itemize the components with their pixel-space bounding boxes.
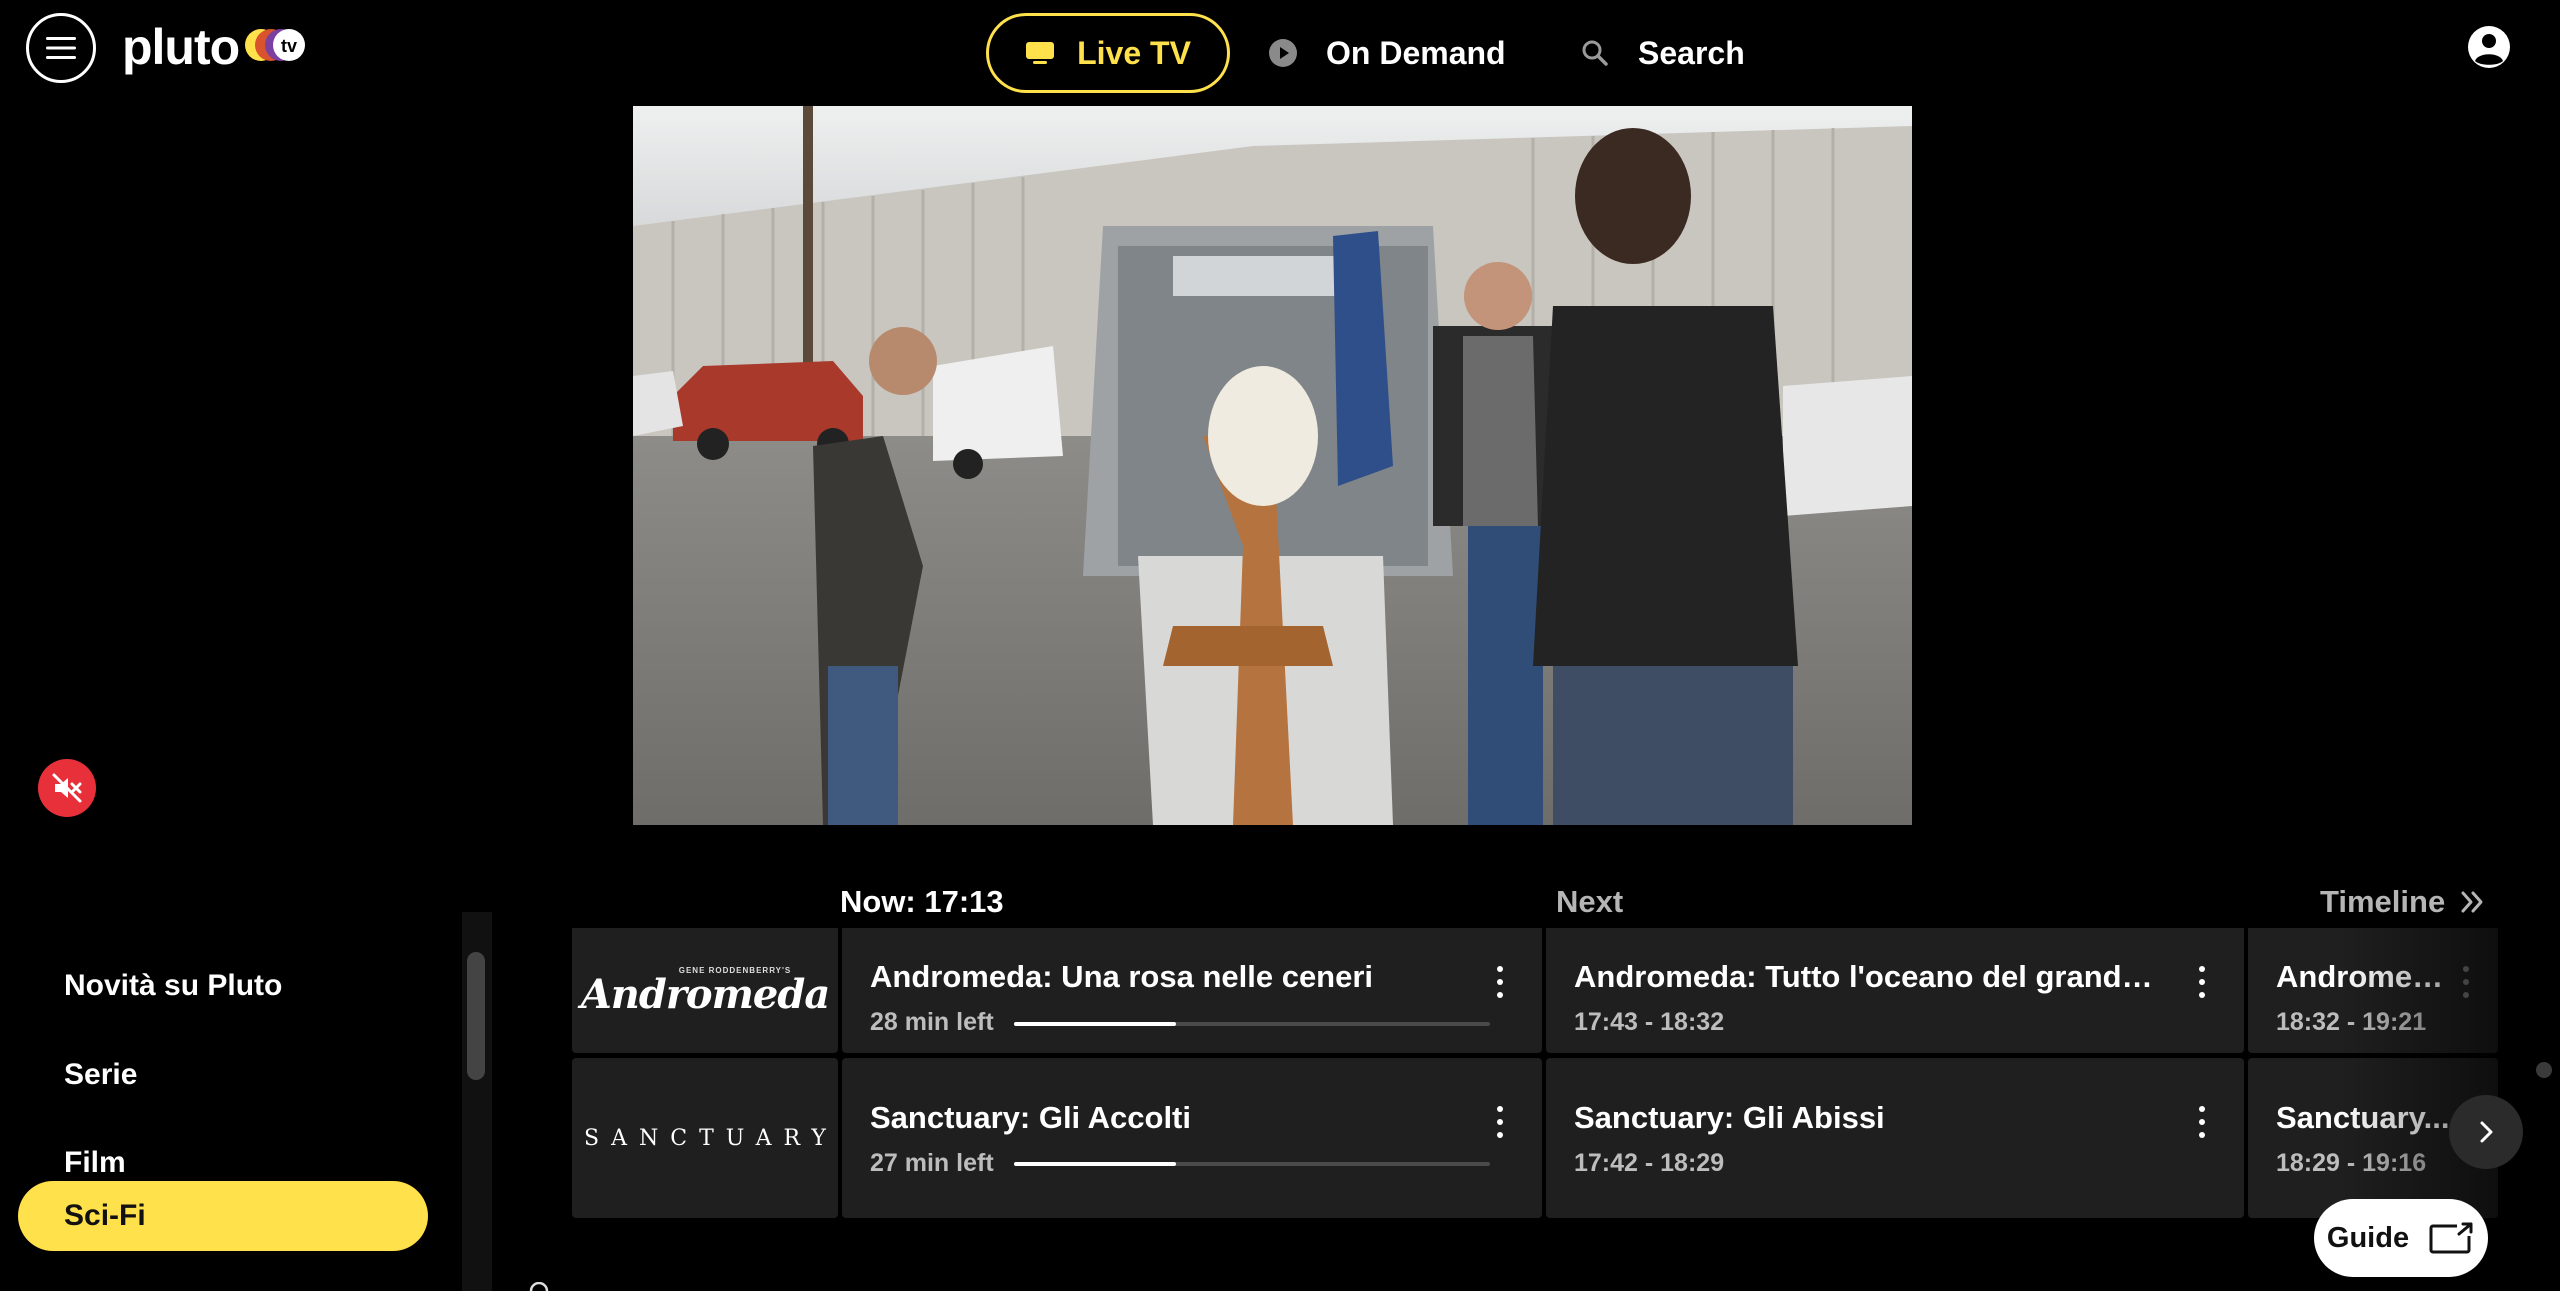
category-serie[interactable]: Serie bbox=[18, 1040, 428, 1110]
category-sci-fi[interactable]: Sci-Fi bbox=[18, 1181, 428, 1251]
program-title: Sanctuary: Gli Abissi bbox=[1574, 1100, 1885, 1135]
progress-bar bbox=[1014, 1022, 1490, 1026]
program-now[interactable]: Andromeda: Una rosa nelle ceneri 28 min … bbox=[842, 928, 1542, 1053]
program-title: Andromeda: Una rosa nelle ceneri bbox=[870, 959, 1374, 994]
program-time: 17:42 - 18:29 bbox=[1574, 1149, 1725, 1177]
top-navigation-bar: pluto tv Live TV On Demand Search bbox=[0, 0, 2560, 104]
program-later[interactable]: Andromed... 18:32 - 19:21 bbox=[2248, 928, 2498, 1053]
next-column-label: Next bbox=[1556, 884, 1624, 919]
program-now[interactable]: Sanctuary: Gli Accolti 27 min left bbox=[842, 1058, 1542, 1218]
chevron-right-icon bbox=[2480, 1121, 2493, 1143]
mute-icon bbox=[52, 773, 82, 803]
category-label: Novità su Pluto bbox=[64, 969, 283, 1002]
program-title: Andromed... bbox=[2276, 959, 2456, 994]
mute-toggle-button[interactable] bbox=[38, 759, 96, 817]
time-left: 27 min left bbox=[870, 1149, 994, 1177]
program-time: 17:43 - 18:32 bbox=[1574, 1008, 1725, 1036]
search-icon bbox=[529, 1282, 549, 1291]
channel-logo-tile[interactable]: GENE RODDENBERRY'S Andromeda bbox=[572, 928, 838, 1053]
program-title: Andromeda: Tutto l'oceano del grande... bbox=[1574, 959, 2164, 994]
logo-wordmark: pluto bbox=[122, 19, 240, 75]
play-circle-icon bbox=[1269, 39, 1297, 67]
live-tv-label: Live TV bbox=[1077, 34, 1191, 71]
category-list: Novità su Pluto Serie Film Sci-Fi bbox=[0, 912, 460, 1291]
kebab-icon[interactable] bbox=[2192, 962, 2212, 1002]
guide-button-label: Guide bbox=[2326, 1221, 2410, 1254]
category-label: Film bbox=[64, 1146, 126, 1179]
menu-button[interactable] bbox=[26, 13, 96, 83]
live-tv-tab[interactable]: Live TV bbox=[986, 13, 1230, 93]
timeline-link[interactable]: Timeline bbox=[2320, 884, 2487, 920]
on-demand-label: On Demand bbox=[1326, 34, 1506, 71]
channel-guide: GENE RODDENBERRY'S Andromeda Andromeda: … bbox=[570, 928, 2500, 1228]
category-label: Sci-Fi bbox=[64, 1199, 146, 1232]
timeline-label: Timeline bbox=[2320, 884, 2446, 919]
now-time-label: Now: 17:13 bbox=[840, 884, 1004, 919]
channel-logo-tile[interactable]: SANCTUARY bbox=[572, 1058, 838, 1218]
logo-badge-icon: tv bbox=[245, 29, 306, 61]
sanctuary-logo: SANCTUARY bbox=[584, 1125, 838, 1151]
kebab-icon[interactable] bbox=[1490, 962, 1510, 1002]
double-chevron-right-icon bbox=[2461, 891, 2483, 913]
kebab-icon[interactable] bbox=[2192, 1102, 2212, 1142]
kebab-icon[interactable] bbox=[1490, 1102, 1510, 1142]
category-scrollbar-thumb[interactable] bbox=[467, 952, 485, 1080]
channel-row: GENE RODDENBERRY'S Andromeda Andromeda: … bbox=[570, 928, 2500, 1053]
guide-button[interactable]: Guide bbox=[2314, 1199, 2488, 1277]
category-novita[interactable]: Novità su Pluto bbox=[18, 951, 428, 1021]
pluto-tv-logo[interactable]: pluto tv bbox=[122, 12, 307, 82]
search-label: Search bbox=[1638, 34, 1745, 71]
program-time: 18:32 - 19:21 bbox=[2276, 1008, 2427, 1036]
guide-scroll-right-button[interactable] bbox=[2449, 1095, 2523, 1169]
time-left: 28 min left bbox=[870, 1008, 994, 1036]
program-next[interactable]: Sanctuary: Gli Abissi 17:42 - 18:29 bbox=[1546, 1058, 2244, 1218]
program-title: Sanctuary: Gli Accolti bbox=[870, 1100, 1191, 1135]
category-label: Serie bbox=[64, 1058, 138, 1091]
kebab-icon[interactable] bbox=[2456, 962, 2476, 1002]
account-icon[interactable] bbox=[2466, 24, 2512, 70]
andromeda-logo: GENE RODDENBERRY'S Andromeda bbox=[580, 966, 830, 1018]
progress-fill bbox=[1014, 1022, 1176, 1026]
channel-row: SANCTUARY Sanctuary: Gli Accolti 27 min … bbox=[570, 1058, 2500, 1218]
on-demand-tab[interactable]: On Demand bbox=[1268, 13, 1506, 93]
video-player[interactable] bbox=[633, 106, 1912, 825]
search-tab[interactable]: Search bbox=[1580, 13, 1745, 93]
guide-scroll-indicator[interactable] bbox=[2536, 1062, 2552, 1078]
progress-bar bbox=[1014, 1162, 1490, 1166]
program-title: Sanctuary... bbox=[2276, 1100, 2450, 1135]
logo-badge-text: tv bbox=[281, 36, 297, 56]
guide-icon bbox=[2429, 1222, 2474, 1254]
menu-icon bbox=[46, 37, 76, 59]
program-next[interactable]: Andromeda: Tutto l'oceano del grande... … bbox=[1546, 928, 2244, 1053]
logo-main-text: Andromeda bbox=[580, 970, 830, 1018]
tv-icon bbox=[1026, 42, 1055, 64]
progress-fill bbox=[1014, 1162, 1176, 1166]
program-time: 18:29 - 19:16 bbox=[2276, 1149, 2427, 1177]
video-frame-image bbox=[633, 106, 1912, 825]
search-icon bbox=[1582, 40, 1608, 66]
